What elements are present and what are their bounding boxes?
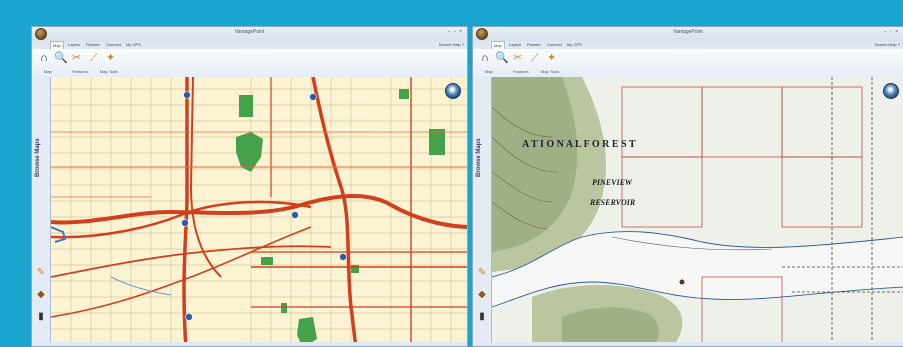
window-title: VantagePoint [673, 29, 703, 35]
tab-connect[interactable]: Connect [545, 41, 564, 49]
title-bar: VantagePoint – ▫ × [473, 27, 903, 41]
compass-icon[interactable]: ◆ [35, 289, 47, 301]
street-map-view[interactable] [51, 77, 467, 346]
tab-planner[interactable]: Planner [525, 41, 543, 49]
map-tools-icon[interactable]: ✦ [106, 52, 115, 64]
zoom-icon[interactable]: 🔍 [54, 52, 68, 64]
gps-device-icon[interactable]: ▮ [35, 311, 47, 323]
ribbon: ∩ 🔍 ✂ ⟋ ✦ Map Features Map Tools [32, 49, 467, 78]
map-tools-icon[interactable]: ✦ [547, 52, 556, 64]
browse-maps-label: Browse Maps [476, 138, 482, 177]
topo-map-canvas: A T I O N A L F O R E S T PINEVIEW RESER… [492, 77, 903, 346]
tab-planner[interactable]: Planner [84, 41, 102, 49]
measure-tool-icon[interactable]: ⟋ [531, 52, 539, 64]
status-bar [473, 342, 903, 346]
tab-layers[interactable]: Layers [507, 41, 523, 49]
magnet-icon[interactable]: ∩ [481, 52, 489, 64]
window-title: VantagePoint [234, 29, 265, 35]
ribbon-group-map: Map [44, 69, 52, 74]
browse-maps-panel[interactable]: Browse Maps ✎ ◆ ▮ [473, 77, 492, 346]
reservoir-label-2: RESERVOIR [589, 198, 636, 207]
street-map-canvas [51, 77, 467, 346]
window-controls[interactable]: – ▫ × [884, 29, 899, 35]
navigation-control[interactable] [445, 83, 461, 99]
reservoir-label-1: PINEVIEW [592, 178, 633, 187]
browse-maps-label: Browse Maps [35, 138, 41, 177]
tab-map[interactable]: Map [491, 41, 505, 49]
feature-tool-icon[interactable]: ✂ [72, 52, 81, 64]
pencil-icon[interactable]: ✎ [476, 267, 488, 279]
help-links[interactable]: Search Help ? [439, 41, 464, 49]
tab-layers[interactable]: Layers [66, 41, 82, 49]
status-bar [32, 342, 467, 346]
help-links[interactable]: Search Help ? [875, 41, 900, 49]
ribbon-group-map-tools: Map Tools [541, 69, 560, 74]
magnet-icon[interactable]: ∩ [40, 52, 48, 64]
window-controls[interactable]: – ▫ × [448, 29, 463, 35]
navigation-control[interactable] [883, 83, 899, 99]
title-bar: VantagePoint – ▫ × [32, 27, 467, 41]
zoom-icon[interactable]: 🔍 [495, 52, 509, 64]
ribbon: ∩ 🔍 ✂ ⟋ ✦ Map Features Map Tools [473, 49, 903, 78]
ribbon-group-features: Features [513, 69, 529, 74]
ribbon-tabs: Map Layers Planner Connect My GPS Search… [32, 41, 467, 49]
ribbon-group-features: Features [72, 69, 88, 74]
ribbon-group-map-tools: Map Tools [100, 69, 119, 74]
gps-device-icon[interactable]: ▮ [476, 311, 488, 323]
tab-my-gps[interactable]: My GPS [565, 41, 584, 49]
topo-map-view[interactable]: A T I O N A L F O R E S T PINEVIEW RESER… [492, 77, 903, 346]
tab-connect[interactable]: Connect [104, 41, 123, 49]
compass-icon[interactable]: ◆ [476, 289, 488, 301]
ribbon-tabs: Map Layers Planner Connect My GPS Search… [473, 41, 903, 49]
forest-label: A T I O N A L F O R E S T [522, 139, 636, 150]
pencil-icon[interactable]: ✎ [35, 267, 47, 279]
app-window-topo: VantagePoint – ▫ × Map Layers Planner Co… [472, 26, 903, 347]
tab-my-gps[interactable]: My GPS [124, 41, 143, 49]
app-window-street: VantagePoint – ▫ × Map Layers Planner Co… [31, 26, 468, 347]
tab-map[interactable]: Map [50, 41, 64, 49]
ribbon-group-map: Map [485, 69, 493, 74]
feature-tool-icon[interactable]: ✂ [513, 52, 522, 64]
browse-maps-panel[interactable]: Browse Maps ✎ ◆ ▮ [32, 77, 51, 346]
measure-tool-icon[interactable]: ⟋ [90, 52, 98, 64]
